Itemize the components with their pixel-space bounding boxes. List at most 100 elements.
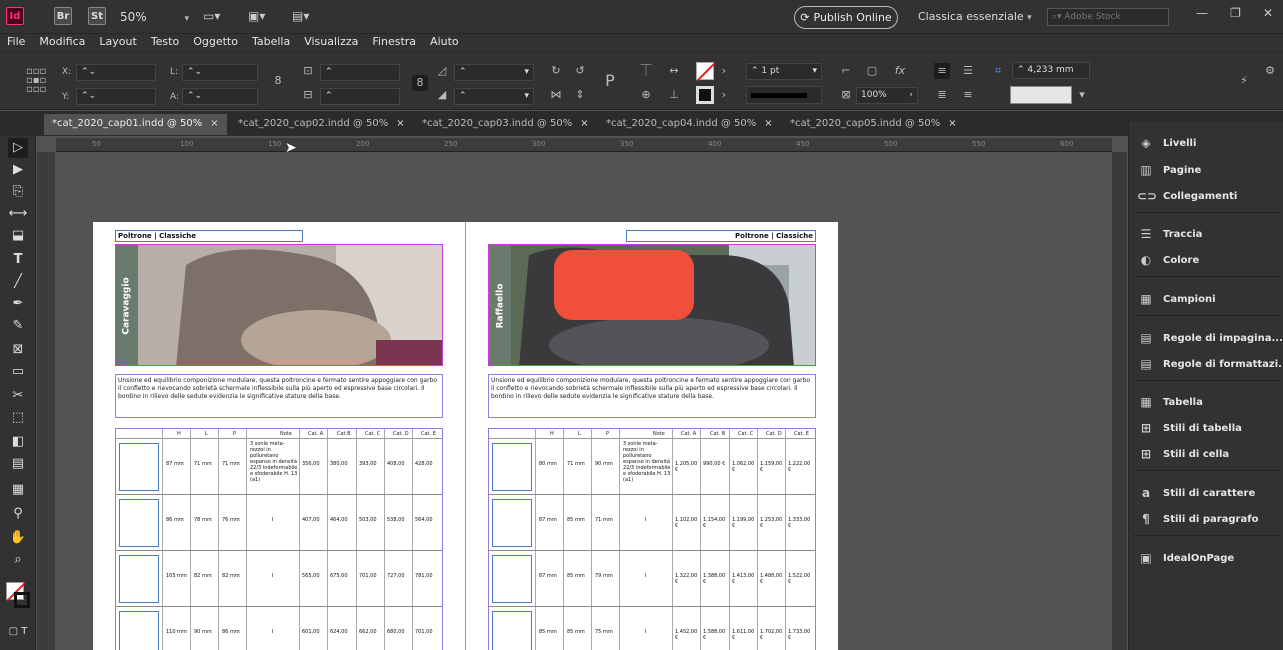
frame-fit-icon[interactable]: ⌐ bbox=[838, 63, 854, 79]
paragraph-icon[interactable]: P bbox=[602, 73, 618, 89]
fill-menu-icon[interactable]: › bbox=[716, 63, 732, 79]
hand-tool-icon[interactable]: ✋ bbox=[8, 528, 28, 548]
y-field[interactable]: ⌃⌄ bbox=[76, 88, 156, 105]
stroke-swatch-icon[interactable] bbox=[696, 86, 714, 104]
table-row[interactable]: 87 mm 71 mm 71 mm 3 sonle meta-rezzoi in… bbox=[116, 439, 442, 495]
stock-search-input[interactable]: ⌕▾ Adobe Stock bbox=[1047, 8, 1169, 26]
style-select[interactable] bbox=[1010, 86, 1072, 104]
rotation-field[interactable]: ⌃ ▾ bbox=[454, 64, 534, 81]
page-header[interactable]: Poltrone | Classiche bbox=[626, 230, 816, 242]
free-transform-tool-icon[interactable]: ⬚ bbox=[8, 408, 28, 428]
table-row[interactable]: 86 mm 78 mm 76 mm I 407,00 464,00 503,00… bbox=[116, 495, 442, 551]
eyedropper-tool-icon[interactable]: ⚲ bbox=[8, 504, 28, 524]
auto-fit-icon[interactable]: ⌗ bbox=[990, 63, 1006, 79]
align-bottom-icon[interactable]: ⊥ bbox=[666, 87, 682, 103]
align-middle-frame-icon[interactable]: ☰ bbox=[960, 63, 976, 79]
constrain-icon[interactable]: 8 bbox=[412, 75, 428, 91]
fill-swatch-icon[interactable] bbox=[696, 62, 716, 82]
tab-cap02[interactable]: *cat_2020_cap02.indd @ 50% × bbox=[230, 114, 413, 135]
menu-file[interactable]: File bbox=[0, 34, 32, 52]
align-center-icon[interactable]: ⊕ bbox=[638, 87, 654, 103]
table-row[interactable]: 85 mm 85 mm 75 mm I 1.452,00 € 1.588,00 … bbox=[489, 607, 815, 650]
format-container-icon[interactable]: ▢ T bbox=[8, 622, 28, 642]
panel-traccia[interactable]: ☰ Traccia bbox=[1137, 223, 1203, 245]
minimize-icon[interactable]: — bbox=[1196, 6, 1208, 20]
screen-mode-icon[interactable]: ▭▾ bbox=[203, 9, 220, 23]
rotate-icon[interactable]: ◿ bbox=[434, 63, 450, 79]
x-field[interactable]: ⌃⌄ bbox=[76, 64, 156, 81]
effects-icon[interactable]: fx bbox=[892, 63, 908, 79]
panel-stili-paragrafo[interactable]: ¶ Stili di paragrafo bbox=[1137, 508, 1258, 530]
panel-regole-impaginazione[interactable]: ▤ Regole di impagina... bbox=[1137, 327, 1283, 349]
opacity-icon[interactable]: ⊠ bbox=[838, 87, 854, 103]
menu-oggetto[interactable]: Oggetto bbox=[186, 34, 245, 52]
panel-pagine[interactable]: ▥ Pagine bbox=[1137, 159, 1201, 181]
style-menu-icon[interactable]: ▾ bbox=[1074, 87, 1090, 103]
close-tab-icon[interactable]: × bbox=[580, 118, 588, 129]
shear-field[interactable]: ⌃ ▾ bbox=[454, 88, 534, 105]
direct-selection-tool-icon[interactable]: ▶ bbox=[8, 160, 28, 180]
arrange-docs-icon[interactable]: ▤▾ bbox=[292, 9, 309, 23]
distribute-icon[interactable]: ↔ bbox=[666, 63, 682, 79]
scale-x-field[interactable]: ⌃ bbox=[320, 64, 400, 81]
page-header[interactable]: Poltrone | Classiche bbox=[115, 230, 303, 242]
table-row[interactable]: 87 mm 85 mm 79 mm I 1.322,00 € 1.388,00 … bbox=[489, 551, 815, 607]
justify-frame-icon[interactable]: ≡ bbox=[960, 87, 976, 103]
rectangle-frame-tool-icon[interactable]: ⊠ bbox=[8, 340, 28, 360]
panel-stili-tabella[interactable]: ⊞ Stili di tabella bbox=[1137, 417, 1242, 439]
menu-finestra[interactable]: Finestra bbox=[365, 34, 423, 52]
gradient-tool-icon[interactable]: ◧ bbox=[8, 432, 28, 452]
close-tab-icon[interactable]: × bbox=[948, 118, 956, 129]
horizontal-ruler[interactable]: 50 100 150 200 250 300 350 400 450 500 5… bbox=[56, 138, 1112, 152]
scale-y-field[interactable]: ⌃ bbox=[320, 88, 400, 105]
flip-v-icon[interactable]: ⇕ bbox=[572, 87, 588, 103]
menu-tabella[interactable]: Tabella bbox=[245, 34, 297, 52]
scissors-tool-icon[interactable]: ✂ bbox=[8, 386, 28, 406]
panel-livelli[interactable]: ◈ Livelli bbox=[1137, 132, 1196, 154]
price-table[interactable]: H L P Note Cat. A Cat.B Cat. C Cat. D Ca… bbox=[115, 428, 443, 650]
rotate-cw-icon[interactable]: ↻ bbox=[548, 63, 564, 79]
stroke-menu-icon[interactable]: › bbox=[716, 87, 732, 103]
table-row[interactable]: 80 mm 71 mm 90 mm 3 sonle meta-rezzoi in… bbox=[489, 439, 815, 495]
panel-stili-cella[interactable]: ⊞ Stili di cella bbox=[1137, 443, 1229, 465]
tab-cap03[interactable]: *cat_2020_cap03.indd @ 50% × bbox=[414, 114, 597, 135]
link-proportions-icon[interactable]: 8 bbox=[270, 73, 286, 89]
close-tab-icon[interactable]: × bbox=[396, 118, 404, 129]
width-field[interactable]: ⌃⌄ bbox=[182, 64, 258, 81]
tab-cap01[interactable]: *cat_2020_cap01.indd @ 50% × bbox=[44, 114, 227, 135]
stroke-box-icon[interactable] bbox=[14, 592, 30, 608]
stroke-type-select[interactable] bbox=[746, 86, 822, 104]
note-tool-icon[interactable]: ▦ bbox=[8, 480, 28, 500]
menu-aiuto[interactable]: Aiuto bbox=[423, 34, 466, 52]
product-photo[interactable]: Caravaggio bbox=[115, 244, 443, 366]
page-tool-icon[interactable]: ⎘ bbox=[8, 182, 28, 202]
control-settings-icon[interactable]: ⚙ bbox=[1262, 63, 1278, 79]
panel-colore[interactable]: ◐ Colore bbox=[1137, 249, 1199, 271]
dimension-field[interactable]: ⌃ 4,233 mm bbox=[1012, 62, 1090, 79]
line-tool-icon[interactable]: ╱ bbox=[8, 272, 28, 292]
align-bottom-frame-icon[interactable]: ≣ bbox=[934, 87, 950, 103]
zoom-tool-icon[interactable]: ⌕ bbox=[8, 550, 28, 570]
table-row[interactable]: 87 mm 85 mm 71 mm I 1.102,00 € 1.154,00 … bbox=[489, 495, 815, 551]
panel-collegamenti[interactable]: ⊂⊃ Collegamenti bbox=[1137, 185, 1237, 207]
panel-campioni[interactable]: ▦ Campioni bbox=[1137, 288, 1215, 310]
shear-icon[interactable]: ◢ bbox=[434, 87, 450, 103]
scale-y-icon[interactable]: ⊟ bbox=[300, 87, 316, 103]
zoom-level[interactable]: 50% ▾ bbox=[120, 10, 189, 24]
restore-icon[interactable]: ❐ bbox=[1230, 6, 1241, 20]
tab-cap04[interactable]: *cat_2020_cap04.indd @ 50% × bbox=[598, 114, 781, 135]
close-tab-icon[interactable]: × bbox=[764, 118, 772, 129]
type-tool-icon[interactable]: T bbox=[8, 250, 28, 270]
gradient-feather-tool-icon[interactable]: ▤ bbox=[8, 454, 28, 474]
panel-idealonpage[interactable]: ▣ IdealOnPage bbox=[1137, 547, 1234, 569]
selection-tool-icon[interactable]: ▷ bbox=[8, 138, 28, 158]
menu-testo[interactable]: Testo bbox=[144, 34, 186, 52]
view-options-icon[interactable]: ▣▾ bbox=[248, 9, 265, 23]
rotate-ccw-icon[interactable]: ↺ bbox=[572, 63, 588, 79]
content-collector-icon[interactable]: ⬓ bbox=[8, 226, 28, 246]
quick-apply-icon[interactable]: ⚡ bbox=[1236, 73, 1252, 89]
panel-stili-carattere[interactable]: a Stili di carattere bbox=[1137, 482, 1255, 504]
reference-point-icon[interactable]: ▫▫▫ ▫▪▫ ▫▫▫ bbox=[26, 67, 52, 95]
vertical-ruler[interactable] bbox=[37, 152, 55, 650]
menu-modifica[interactable]: Modifica bbox=[32, 34, 92, 52]
